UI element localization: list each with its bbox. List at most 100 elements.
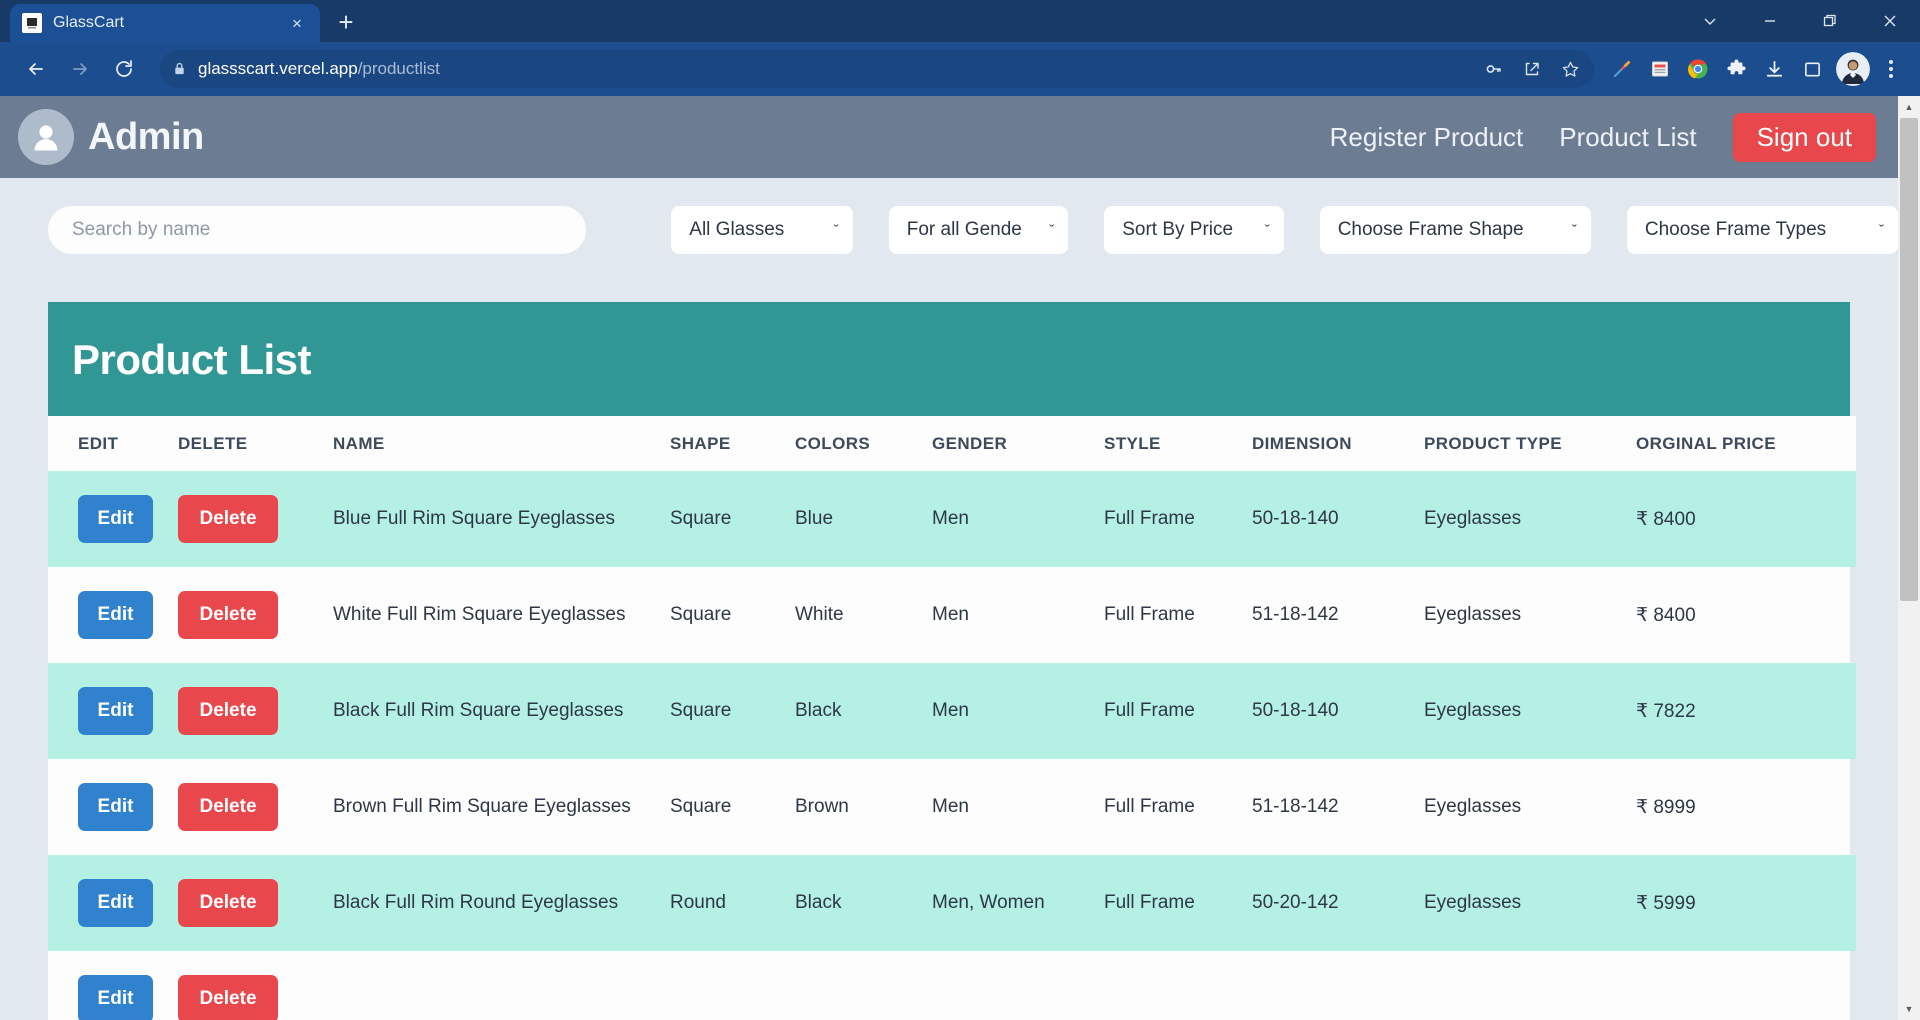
side-panel-icon[interactable] — [1794, 49, 1830, 89]
edit-button[interactable]: Edit — [78, 783, 153, 831]
cell-color: White — [795, 604, 844, 625]
new-tab-button[interactable]: + — [328, 4, 364, 40]
nav-product-list[interactable]: Product List — [1559, 122, 1696, 153]
cell-shape: Square — [670, 471, 795, 567]
table-row: Edit Delete Brown Full Rim Square Eyegla… — [48, 759, 1856, 855]
edit-button[interactable]: Edit — [78, 591, 153, 639]
edit-button[interactable]: Edit — [78, 975, 153, 1020]
brand: Admin — [18, 109, 204, 165]
restore-button[interactable] — [1800, 0, 1860, 42]
cell-gender: Men — [932, 796, 969, 817]
product-list-header: Product List — [48, 302, 1850, 416]
col-original-price: ORGINAL PRICE — [1636, 416, 1856, 471]
edit-button[interactable]: Edit — [78, 687, 153, 735]
cell-edit: Edit — [48, 567, 178, 663]
cell-delete: Delete — [178, 471, 333, 567]
col-delete: DELETE — [178, 416, 333, 471]
table-body: Edit Delete Blue Full Rim Square Eyeglas… — [48, 471, 1856, 1020]
reload-button[interactable] — [102, 47, 146, 91]
cell-dimension: 50-18-140 — [1252, 471, 1424, 567]
col-gender: GENDER — [932, 416, 1104, 471]
cell-product-type: Eyeglasses — [1424, 796, 1522, 817]
browser-toolbar: glassscart.vercel.app/productlist — [0, 42, 1920, 96]
cell-shape: Square — [670, 796, 732, 817]
nav-register-product[interactable]: Register Product — [1330, 122, 1524, 153]
delete-button[interactable]: Delete — [178, 687, 278, 735]
cell-shape: Square — [670, 604, 732, 625]
filter-glass-type[interactable]: All Glasses ˇ — [671, 206, 853, 254]
bookmark-star-icon[interactable] — [1554, 53, 1586, 85]
cell-delete: Delete — [178, 759, 333, 855]
delete-button[interactable]: Delete — [178, 975, 278, 1020]
share-icon[interactable] — [1516, 53, 1548, 85]
table-row: Edit Delete White Full Rim Square Eyegla… — [48, 567, 1856, 663]
cell-delete: Delete — [178, 855, 333, 951]
cell-dimension — [1252, 951, 1424, 1020]
sign-out-button[interactable]: Sign out — [1732, 112, 1876, 162]
extension-icons — [1604, 49, 1906, 89]
omnibox-action-icons — [1478, 50, 1586, 88]
url-path: /productlist — [357, 59, 440, 78]
cell-price: ₹ 7822 — [1636, 663, 1856, 759]
edit-button[interactable]: Edit — [78, 879, 153, 927]
cell-dimension: 51-18-142 — [1252, 604, 1339, 625]
delete-button[interactable]: Delete — [178, 495, 278, 543]
address-bar[interactable]: glassscart.vercel.app/productlist — [160, 50, 1594, 88]
chrome-logo-icon[interactable] — [1680, 49, 1716, 89]
reading-list-icon[interactable] — [1642, 49, 1678, 89]
cell-style — [1104, 951, 1252, 1020]
delete-button[interactable]: Delete — [178, 591, 278, 639]
delete-button[interactable]: Delete — [178, 783, 278, 831]
filter-sort-price[interactable]: Sort By Price ˇ — [1104, 206, 1284, 254]
profile-avatar[interactable] — [1836, 52, 1870, 86]
cell-name: Blue Full Rim Square Eyeglasses — [333, 471, 670, 567]
tab-title: GlassCart — [53, 14, 125, 31]
cell-dimension: 50-18-140 — [1252, 663, 1424, 759]
tab-search-button[interactable] — [1680, 0, 1740, 42]
cell-edit: Edit — [48, 759, 178, 855]
minimize-button[interactable] — [1740, 0, 1800, 42]
three-dot-menu[interactable] — [1876, 49, 1906, 89]
filter-gender-label: For all Gende — [906, 219, 1022, 240]
page-scrollbar[interactable]: ▲ ▼ — [1898, 96, 1920, 1020]
col-style: STYLE — [1104, 416, 1252, 471]
downloads-icon[interactable] — [1756, 49, 1792, 89]
close-window-button[interactable] — [1860, 0, 1920, 42]
tab-strip: GlassCart × + — [0, 0, 1920, 42]
cell-name: Black Full Rim Square Eyeglasses — [333, 663, 670, 759]
window-controls — [1680, 0, 1920, 42]
scrollbar-thumb[interactable] — [1900, 118, 1918, 601]
browser-tab[interactable]: GlassCart × — [10, 4, 320, 42]
filter-gender[interactable]: For all Gende ˇ — [888, 206, 1069, 254]
delete-button[interactable]: Delete — [178, 879, 278, 927]
col-edit: EDIT — [48, 416, 178, 471]
scroll-down-arrow[interactable]: ▼ — [1898, 998, 1920, 1020]
scroll-up-arrow[interactable]: ▲ — [1898, 96, 1920, 118]
chevron-down-icon: ˇ — [1879, 221, 1885, 239]
cell-name — [333, 951, 670, 1020]
cell-price — [1636, 951, 1856, 1020]
table-row: Edit Delete Black Full Rim Round Eyeglas… — [48, 855, 1856, 951]
cell-name: Black Full Rim Round Eyeglasses — [333, 855, 670, 951]
filter-sort-price-label: Sort By Price — [1122, 219, 1234, 240]
cell-name: Brown Full Rim Square Eyeglasses — [333, 796, 631, 817]
product-table: EDIT DELETE NAME SHAPE COLORS GENDER STY… — [48, 416, 1856, 1020]
filter-frame-type[interactable]: Choose Frame Types ˇ — [1626, 206, 1898, 254]
eyedropper-icon[interactable] — [1604, 49, 1640, 89]
extensions-puzzle-icon[interactable] — [1718, 49, 1754, 89]
back-button[interactable] — [14, 47, 58, 91]
table-header-row: EDIT DELETE NAME SHAPE COLORS GENDER STY… — [48, 416, 1856, 471]
cell-product-type: Eyeglasses — [1424, 663, 1636, 759]
forward-button[interactable] — [58, 47, 102, 91]
glasscart-favicon — [22, 13, 42, 33]
col-colors: COLORS — [795, 416, 932, 471]
col-shape: SHAPE — [670, 416, 795, 471]
search-input[interactable] — [48, 206, 587, 254]
filter-frame-shape[interactable]: Choose Frame Shape ˇ — [1319, 206, 1591, 254]
edit-button[interactable]: Edit — [78, 495, 153, 543]
tab-close-icon[interactable]: × — [286, 12, 308, 34]
table-row: Edit Delete Black Full Rim Square Eyegla… — [48, 663, 1856, 759]
cell-product-type: Eyeglasses — [1424, 855, 1636, 951]
key-icon[interactable] — [1478, 53, 1510, 85]
filter-frame-type-label: Choose Frame Types — [1644, 219, 1827, 240]
